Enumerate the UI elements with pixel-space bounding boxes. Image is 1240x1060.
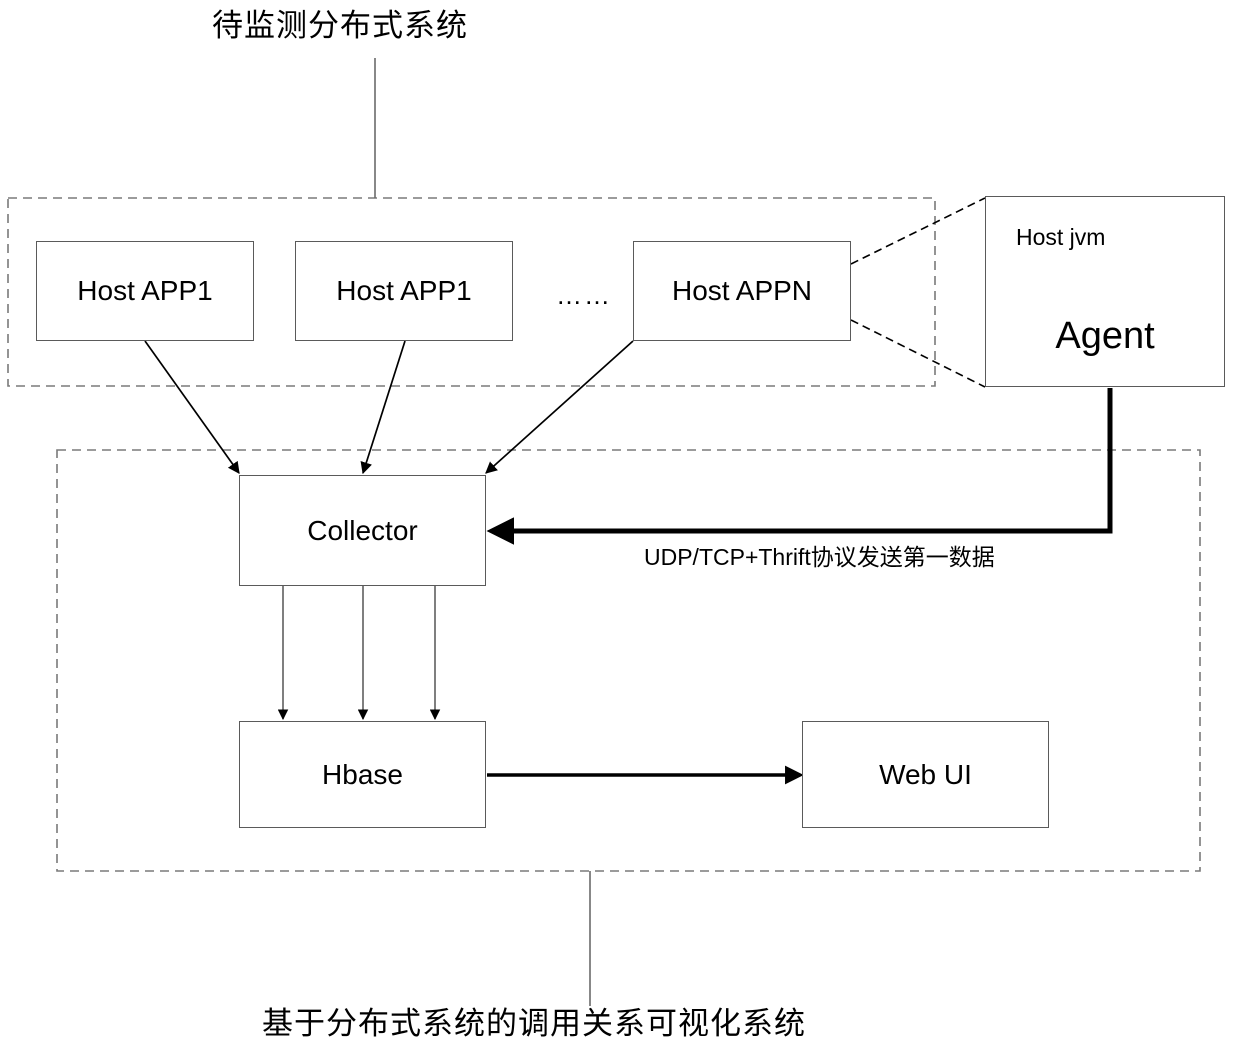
node-agent-host-jvm[interactable]: Host jvm Agent [985, 196, 1225, 387]
node-hbase-label: Hbase [322, 758, 403, 790]
ellipsis-text: …… [556, 280, 612, 310]
arrow-app2-to-collector [360, 340, 406, 475]
arrow-app1-to-collector [144, 340, 240, 474]
page-title-top: 待监测分布式系统 [212, 8, 468, 43]
protocol-annotation-label: UDP/TCP+Thrift协议发送第一数据 [644, 544, 995, 570]
arrow-agent-to-collector [486, 388, 1113, 545]
diagram-canvas: 待监测分布式系统 Host APP1 Host APP1 …… Host APP… [0, 0, 1240, 1060]
node-host-app2-label: Host APP1 [336, 275, 472, 306]
node-collector[interactable]: Collector [239, 475, 486, 586]
node-hbase[interactable]: Hbase [239, 721, 486, 828]
node-agent-host-jvm-label: Host jvm [1016, 224, 1106, 250]
appn-agent-dashed-lower [850, 319, 986, 388]
arrow-appn-to-collector [485, 340, 634, 474]
node-web-ui[interactable]: Web UI [802, 721, 1049, 828]
node-web-ui-label: Web UI [879, 758, 972, 790]
node-host-appn-label: Host APPN [671, 275, 813, 306]
diagram-vector-layer [7, 58, 1201, 1006]
node-agent-label: Agent [1055, 315, 1155, 357]
page-title-bottom: 基于分布式系统的调用关系可视化系统 [262, 1006, 806, 1041]
node-collector-label: Collector [307, 514, 418, 546]
node-host-appn[interactable]: Host APPN [633, 241, 851, 341]
appn-agent-dashed-upper [850, 197, 986, 265]
node-host-app1[interactable]: Host APP1 [36, 241, 254, 341]
node-host-app2[interactable]: Host APP1 [295, 241, 513, 341]
node-host-app1-label: Host APP1 [77, 275, 213, 306]
